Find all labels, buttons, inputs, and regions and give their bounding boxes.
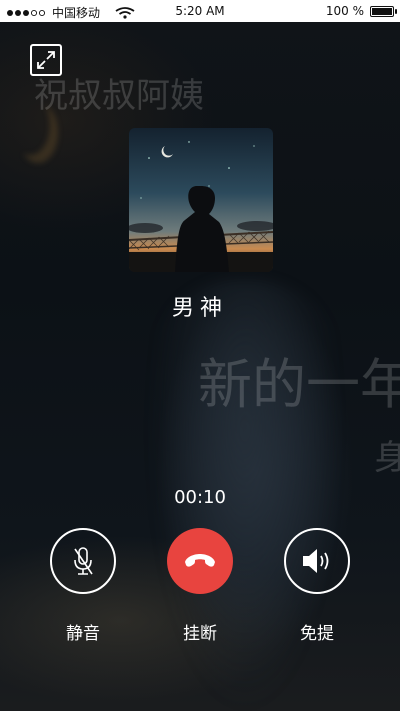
status-bar-right: 100 % <box>325 4 397 18</box>
phone-hangup-icon <box>185 554 215 567</box>
background-text-2: 新的一年 <box>198 353 400 416</box>
mute-button[interactable] <box>50 528 116 594</box>
mic-off-icon <box>74 547 93 575</box>
speaker-button[interactable] <box>284 528 350 594</box>
battery-icon <box>370 5 397 17</box>
mute-label: 静音 <box>66 624 100 644</box>
caller-name: 男神 <box>171 296 228 321</box>
speaker-icon <box>303 549 329 573</box>
speaker-label: 免提 <box>300 624 334 644</box>
status-bar: 中国移动 5:20 AM 100 % <box>0 0 400 22</box>
avatar-photo <box>129 128 273 272</box>
background-text-3: 身 <box>374 438 400 478</box>
mute-control: 静音 <box>48 528 118 644</box>
battery-fill <box>372 7 392 15</box>
caller-avatar <box>129 128 273 272</box>
minimize-icon <box>37 51 55 69</box>
minimize-button[interactable] <box>30 44 62 76</box>
call-duration: 00:10 <box>174 487 226 508</box>
battery-percent: 100 % <box>325 4 364 18</box>
hangup-button[interactable] <box>167 528 233 594</box>
hangup-control: 挂断 <box>165 528 235 644</box>
speaker-control: 免提 <box>282 528 352 644</box>
hangup-label: 挂断 <box>183 624 217 644</box>
